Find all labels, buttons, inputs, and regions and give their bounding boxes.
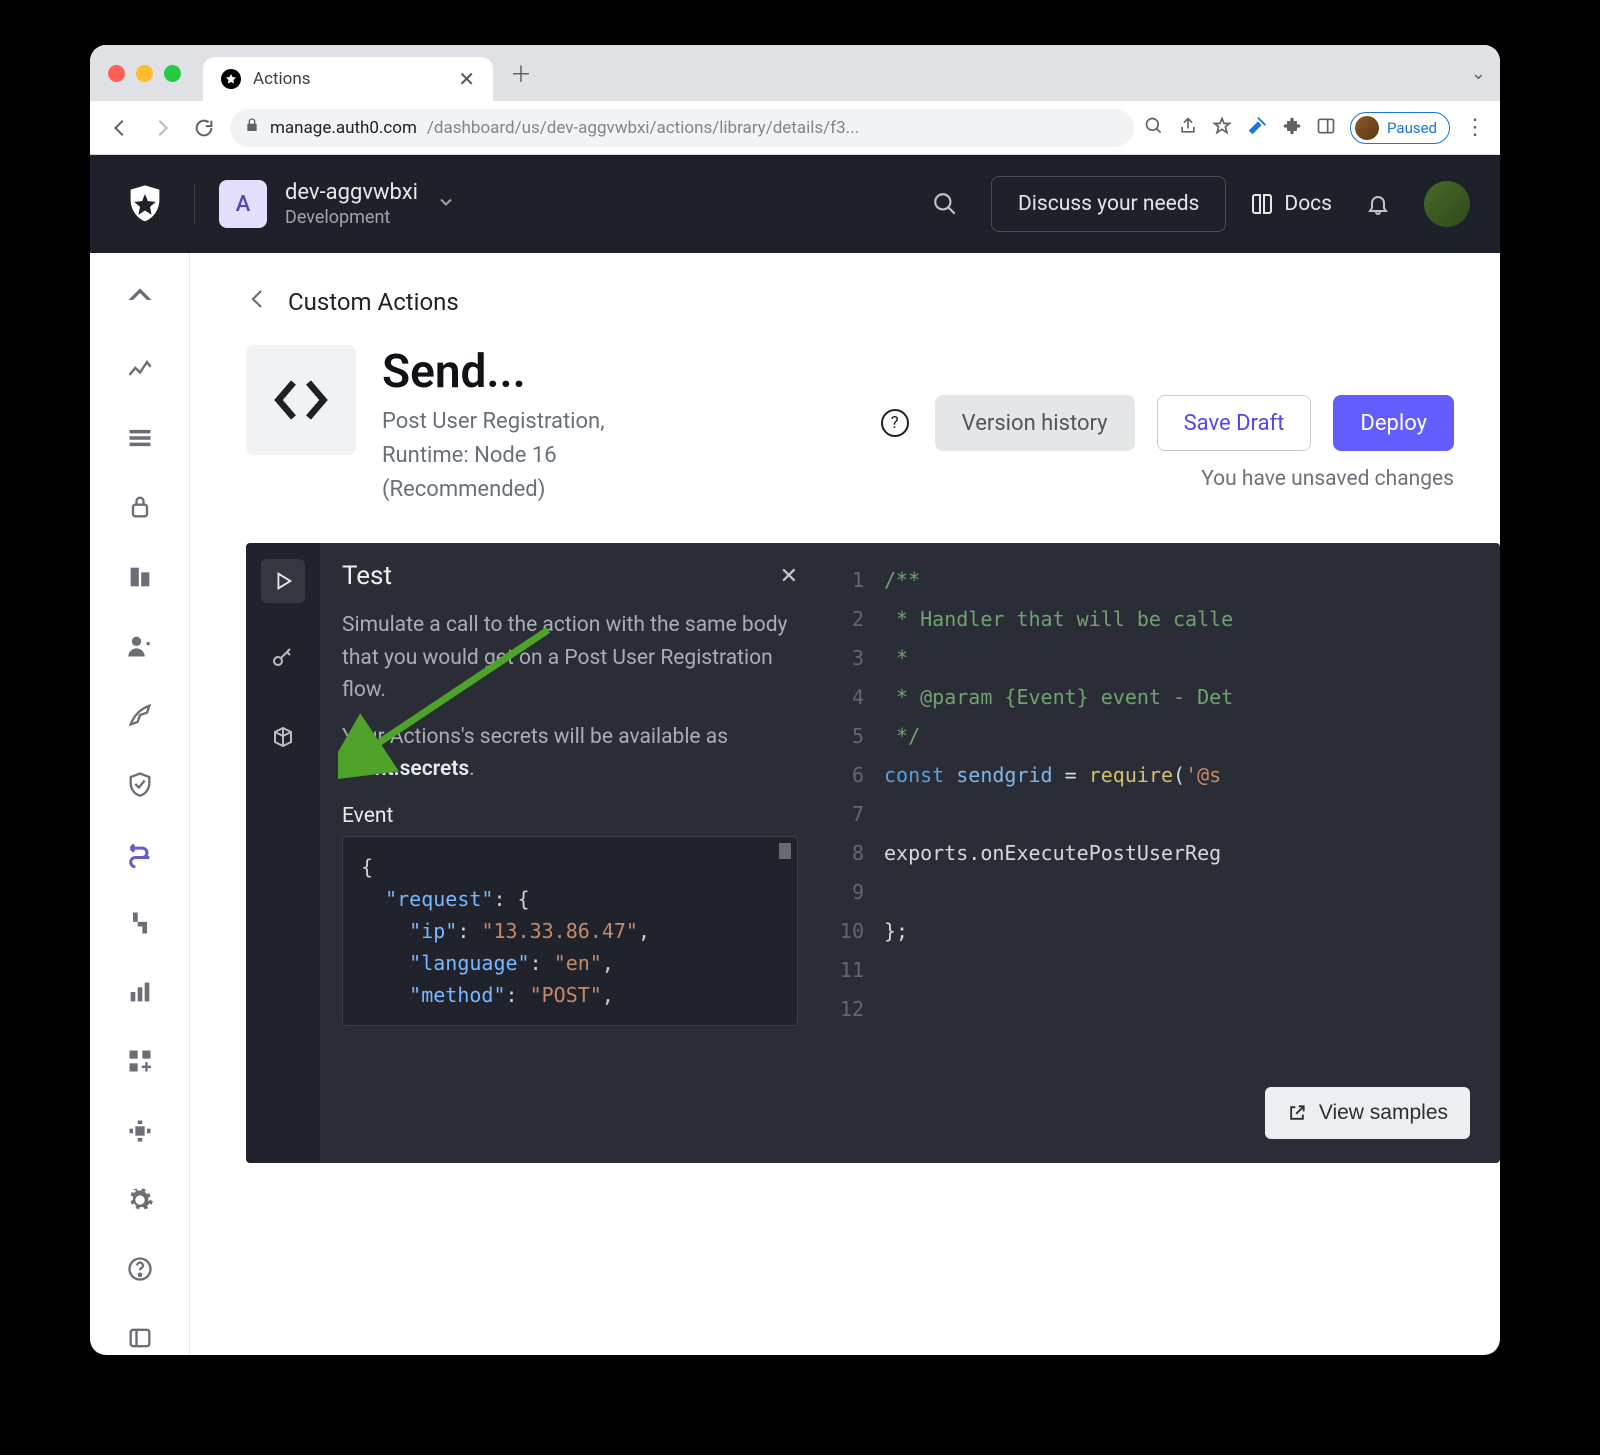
breadcrumb-label[interactable]: Custom Actions xyxy=(288,288,459,316)
sidebar-help[interactable] xyxy=(123,1253,157,1286)
sidebar-collapse[interactable] xyxy=(123,1322,157,1355)
share-icon[interactable] xyxy=(1178,116,1198,140)
discuss-needs-button[interactable]: Discuss your needs xyxy=(991,176,1226,232)
editor-rail xyxy=(246,543,320,1163)
sidebar-applications[interactable] xyxy=(123,422,157,455)
sidebar-marketplace[interactable] xyxy=(123,1045,157,1078)
breadcrumb: Custom Actions xyxy=(246,287,1500,317)
zoom-icon[interactable] xyxy=(1144,116,1164,140)
external-link-icon xyxy=(1287,1103,1307,1123)
line-gutter: 123456789101112 xyxy=(820,543,876,1163)
close-panel-icon[interactable]: ✕ xyxy=(780,564,798,589)
lock-icon xyxy=(244,117,260,138)
address-bar: manage.auth0.com/dashboard/us/dev-aggvwb… xyxy=(90,101,1500,155)
secrets-tab-button[interactable] xyxy=(261,637,305,681)
sidebar-pipes[interactable] xyxy=(123,906,157,939)
sidebar-monitoring[interactable] xyxy=(123,976,157,1009)
sidebar-settings[interactable] xyxy=(123,1183,157,1216)
save-draft-button[interactable]: Save Draft xyxy=(1157,395,1312,451)
test-panel: Test ✕ Simulate a call to the action wit… xyxy=(320,543,820,1163)
auth0-favicon xyxy=(221,69,241,89)
tenant-switcher[interactable]: A dev-aggvwbxi Development xyxy=(219,180,456,228)
action-title: Send... xyxy=(382,345,642,399)
version-history-button[interactable]: Version history xyxy=(935,395,1135,451)
browser-tab[interactable]: Actions ✕ xyxy=(203,57,493,101)
maximize-window-icon[interactable] xyxy=(164,65,181,82)
code-editor[interactable]: 123456789101112 /** * Handler that will … xyxy=(820,543,1500,1163)
tab-strip: Actions ✕ ＋ ⌄ xyxy=(90,45,1500,101)
book-icon xyxy=(1250,192,1274,216)
unsaved-changes-label: You have unsaved changes xyxy=(1201,467,1454,491)
sidebar-user-management[interactable] xyxy=(123,629,157,662)
sidebar-security[interactable] xyxy=(123,768,157,801)
url-path: /dashboard/us/dev-aggvwbxi/actions/libra… xyxy=(427,118,859,138)
code-source[interactable]: /** * Handler that will be calle * * @pa… xyxy=(876,543,1233,1163)
help-icon[interactable]: ? xyxy=(881,409,909,437)
highlighter-icon[interactable] xyxy=(1246,115,1268,141)
browser-window: Actions ✕ ＋ ⌄ manage.auth0.com/dashboard… xyxy=(90,45,1500,1355)
notifications-button[interactable] xyxy=(1356,182,1400,226)
auth0-logo[interactable] xyxy=(120,179,170,229)
extensions-icon[interactable] xyxy=(1282,116,1302,140)
test-panel-desc-2: Your Actions's secrets will be available… xyxy=(342,721,798,786)
editor: Test ✕ Simulate a call to the action wit… xyxy=(246,543,1500,1163)
sidebar-authentication[interactable] xyxy=(123,491,157,524)
event-json-editor[interactable]: { "request": { "ip": "13.33.86.47", "lan… xyxy=(342,836,798,1026)
sidebar-branding[interactable] xyxy=(123,699,157,732)
sidebar-activity[interactable] xyxy=(123,352,157,385)
tenant-badge: A xyxy=(219,180,267,228)
bookmark-icon[interactable] xyxy=(1212,116,1232,140)
close-tab-icon[interactable]: ✕ xyxy=(458,67,475,91)
user-avatar[interactable] xyxy=(1424,181,1470,227)
chrome-profile-button[interactable]: Paused xyxy=(1350,112,1450,144)
docs-link[interactable]: Docs xyxy=(1250,192,1332,216)
deploy-button[interactable]: Deploy xyxy=(1333,395,1454,451)
back-button[interactable] xyxy=(246,287,270,317)
sidebar-rail xyxy=(90,253,190,1355)
app-header: A dev-aggvwbxi Development Discuss your … xyxy=(90,155,1500,253)
event-label: Event xyxy=(320,786,820,836)
sidebar-organizations[interactable] xyxy=(123,560,157,593)
nav-forward-button[interactable] xyxy=(146,112,178,144)
sidepanel-icon[interactable] xyxy=(1316,116,1336,140)
nav-back-button[interactable] xyxy=(104,112,136,144)
url-host: manage.auth0.com xyxy=(270,118,417,138)
sidebar-actions[interactable] xyxy=(123,837,157,870)
tenant-name: dev-aggvwbxi xyxy=(285,180,418,205)
view-samples-button[interactable]: View samples xyxy=(1265,1087,1470,1139)
new-tab-button[interactable]: ＋ xyxy=(503,55,539,91)
content-area: Custom Actions Send... Post User Registr… xyxy=(190,253,1500,1355)
chevron-down-icon xyxy=(436,192,456,216)
test-tab-button[interactable] xyxy=(261,559,305,603)
profile-state: Paused xyxy=(1387,119,1437,137)
tabs-overflow-icon[interactable]: ⌄ xyxy=(1471,63,1486,84)
search-button[interactable] xyxy=(923,182,967,226)
avatar-icon xyxy=(1355,116,1379,140)
divider xyxy=(194,184,195,224)
sidebar-getting-started[interactable] xyxy=(123,283,157,316)
test-panel-desc-1: Simulate a call to the action with the s… xyxy=(342,609,798,707)
nav-reload-button[interactable] xyxy=(188,112,220,144)
sidebar-extensions[interactable] xyxy=(123,1114,157,1147)
tab-title: Actions xyxy=(253,69,311,89)
action-subtitle: Post User Registration, Runtime: Node 16… xyxy=(382,405,642,507)
test-panel-title: Test xyxy=(342,561,392,591)
kebab-menu-icon[interactable]: ⋮ xyxy=(1464,115,1486,140)
scrollbar-thumb[interactable] xyxy=(779,843,791,859)
tenant-env: Development xyxy=(285,207,418,228)
window-controls[interactable] xyxy=(108,65,181,82)
action-icon xyxy=(246,345,356,455)
close-window-icon[interactable] xyxy=(108,65,125,82)
url-input[interactable]: manage.auth0.com/dashboard/us/dev-aggvwb… xyxy=(230,109,1134,147)
modules-tab-button[interactable] xyxy=(261,715,305,759)
minimize-window-icon[interactable] xyxy=(136,65,153,82)
